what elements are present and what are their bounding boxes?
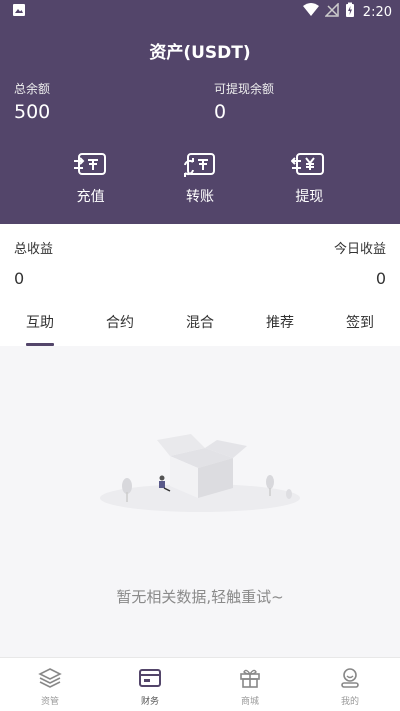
earnings-panel: 总收益 0 今日收益 0 — [0, 224, 400, 296]
nav-finance-label: 财务 — [140, 697, 159, 707]
layers-icon — [38, 668, 62, 688]
wallet-icon — [139, 669, 161, 687]
today-earnings-value: 0 — [375, 269, 386, 288]
tab-referral[interactable]: 推荐 — [240, 296, 320, 346]
withdrawable-balance-label: 可提现余额 — [214, 82, 275, 96]
transfer-label: 转账 — [185, 189, 214, 205]
page-title: 资产(USDT) — [149, 43, 251, 63]
nav-profile-label: 我的 — [340, 697, 359, 707]
transfer-icon — [183, 153, 215, 177]
nav-mall-label: 商城 — [240, 697, 259, 707]
nav-asset-management-label: 资管 — [40, 697, 59, 707]
tab-check-in[interactable]: 签到 — [320, 296, 400, 346]
wifi-icon — [302, 3, 319, 21]
total-earnings-value: 0 — [14, 269, 25, 288]
withdraw-icon — [291, 153, 325, 175]
status-bar: 2:20 — [0, 0, 400, 24]
empty-message: 暂无相关数据,轻触重试~ — [116, 588, 284, 606]
bottom-nav: 资管 财务 商城 我的 — [0, 657, 400, 711]
total-balance-value: 500 — [14, 101, 51, 123]
total-balance-label: 总余额 — [14, 82, 51, 96]
gift-icon — [240, 669, 260, 688]
signal-icon — [323, 2, 339, 21]
recharge-button[interactable]: 充值 — [55, 152, 127, 212]
nav-asset-management[interactable]: 资管 — [0, 658, 100, 711]
action-row: 充值 转账 提现 — [0, 152, 400, 212]
battery-icon — [345, 2, 355, 22]
category-tabs: 互助 合约 混合 推荐 签到 — [0, 296, 400, 346]
tab-mutual-aid[interactable]: 互助 — [0, 296, 80, 346]
profile-icon — [341, 668, 359, 688]
nav-mall[interactable]: 商城 — [200, 658, 300, 711]
asset-header: 2:20 资产(USDT) 总余额 500 可提现余额 0 充值 转账 提现 — [0, 0, 400, 224]
withdraw-button[interactable]: 提现 — [273, 152, 345, 212]
tab-contract[interactable]: 合约 — [80, 296, 160, 346]
nav-finance[interactable]: 财务 — [100, 658, 200, 711]
empty-state[interactable]: 暂无相关数据,轻触重试~ — [0, 346, 400, 656]
nav-profile[interactable]: 我的 — [300, 658, 400, 711]
recharge-label: 充值 — [76, 189, 105, 205]
image-notification-icon — [12, 3, 26, 21]
tab-mixed[interactable]: 混合 — [160, 296, 240, 346]
today-earnings-label: 今日收益 — [333, 242, 386, 257]
recharge-icon — [73, 153, 106, 175]
transfer-button[interactable]: 转账 — [164, 152, 236, 212]
total-earnings-label: 总收益 — [14, 242, 54, 257]
status-time: 2:20 — [362, 4, 392, 20]
empty-box-illustration — [100, 434, 300, 512]
withdrawable-balance-value: 0 — [214, 101, 227, 123]
withdraw-label: 提现 — [295, 189, 324, 205]
